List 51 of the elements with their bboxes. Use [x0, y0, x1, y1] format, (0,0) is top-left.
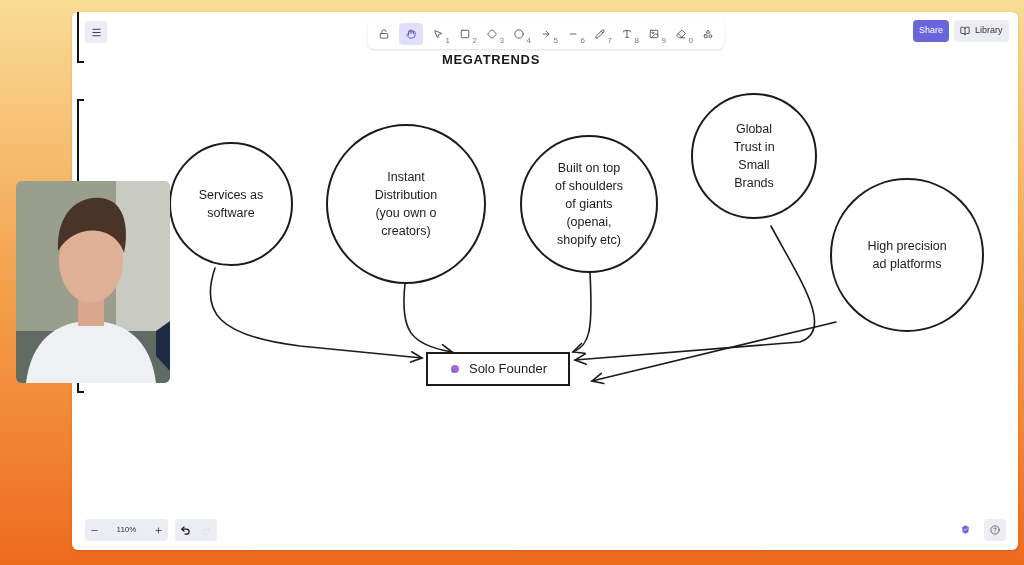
- pencil-icon: [595, 29, 605, 39]
- tool-button[interactable]: 1: [426, 23, 450, 45]
- zoom-level: 110%: [116, 524, 137, 536]
- shortcut-key: 1: [445, 37, 450, 45]
- padlock-icon: [379, 29, 389, 39]
- idea-label: High precision ad platforms: [867, 238, 947, 273]
- help-button[interactable]: [984, 519, 1006, 541]
- shortcut-key: 8: [634, 37, 639, 45]
- shortcut-key: 6: [580, 37, 585, 45]
- undo-icon[interactable]: [180, 524, 191, 536]
- circle-icon: [514, 29, 524, 39]
- shapes-icon: [703, 29, 713, 39]
- diagram-title: MEGATRENDS: [442, 51, 540, 69]
- idea-label: Instant Distribution (you own o creators): [374, 169, 438, 240]
- center-label: Solo Founder: [468, 360, 548, 379]
- square-icon: [460, 29, 470, 39]
- tool-button[interactable]: 4: [507, 23, 531, 45]
- shortcut-key: 0: [688, 37, 693, 45]
- zoom-in-icon[interactable]: [154, 525, 163, 535]
- share-button[interactable]: Share: [913, 20, 950, 42]
- shield-icon: [960, 524, 971, 535]
- tool-button[interactable]: [399, 23, 423, 45]
- tool-button[interactable]: 2: [453, 23, 477, 45]
- shortcut-key: 7: [607, 37, 612, 45]
- idea-label: Built on top of shoulders of giants (openai, shopify etc): [554, 160, 624, 249]
- tool-button[interactable]: 3: [480, 23, 504, 45]
- tool-button[interactable]: 0: [669, 23, 693, 45]
- tool-button[interactable]: 7: [588, 23, 612, 45]
- tool-button[interactable]: 8: [615, 23, 639, 45]
- arrow-icon: [541, 29, 551, 39]
- menu-icon: [90, 26, 102, 38]
- letter-icon: [622, 29, 632, 39]
- help-icon: [990, 525, 1000, 535]
- shortcut-key: 9: [661, 37, 666, 45]
- eraser-icon: [676, 29, 686, 39]
- image-icon: [649, 29, 659, 39]
- menu-button[interactable]: [85, 21, 107, 43]
- shortcut-key: 5: [553, 37, 558, 45]
- library-button[interactable]: Library: [954, 20, 1009, 42]
- shortcut-key: 4: [526, 37, 531, 45]
- book-icon: [960, 26, 970, 36]
- diamond-icon: [487, 29, 497, 39]
- idea-label: Global Trust in Small Brands: [733, 121, 775, 192]
- tool-button[interactable]: 5: [534, 23, 558, 45]
- tool-button[interactable]: 9: [642, 23, 666, 45]
- shortcut-key: 2: [472, 37, 477, 45]
- pointer-icon: [433, 29, 443, 39]
- idea-label: Services as software: [198, 187, 264, 222]
- tool-button[interactable]: 6: [561, 23, 585, 45]
- shortcut-key: 3: [499, 37, 504, 45]
- hand-icon: [406, 29, 416, 39]
